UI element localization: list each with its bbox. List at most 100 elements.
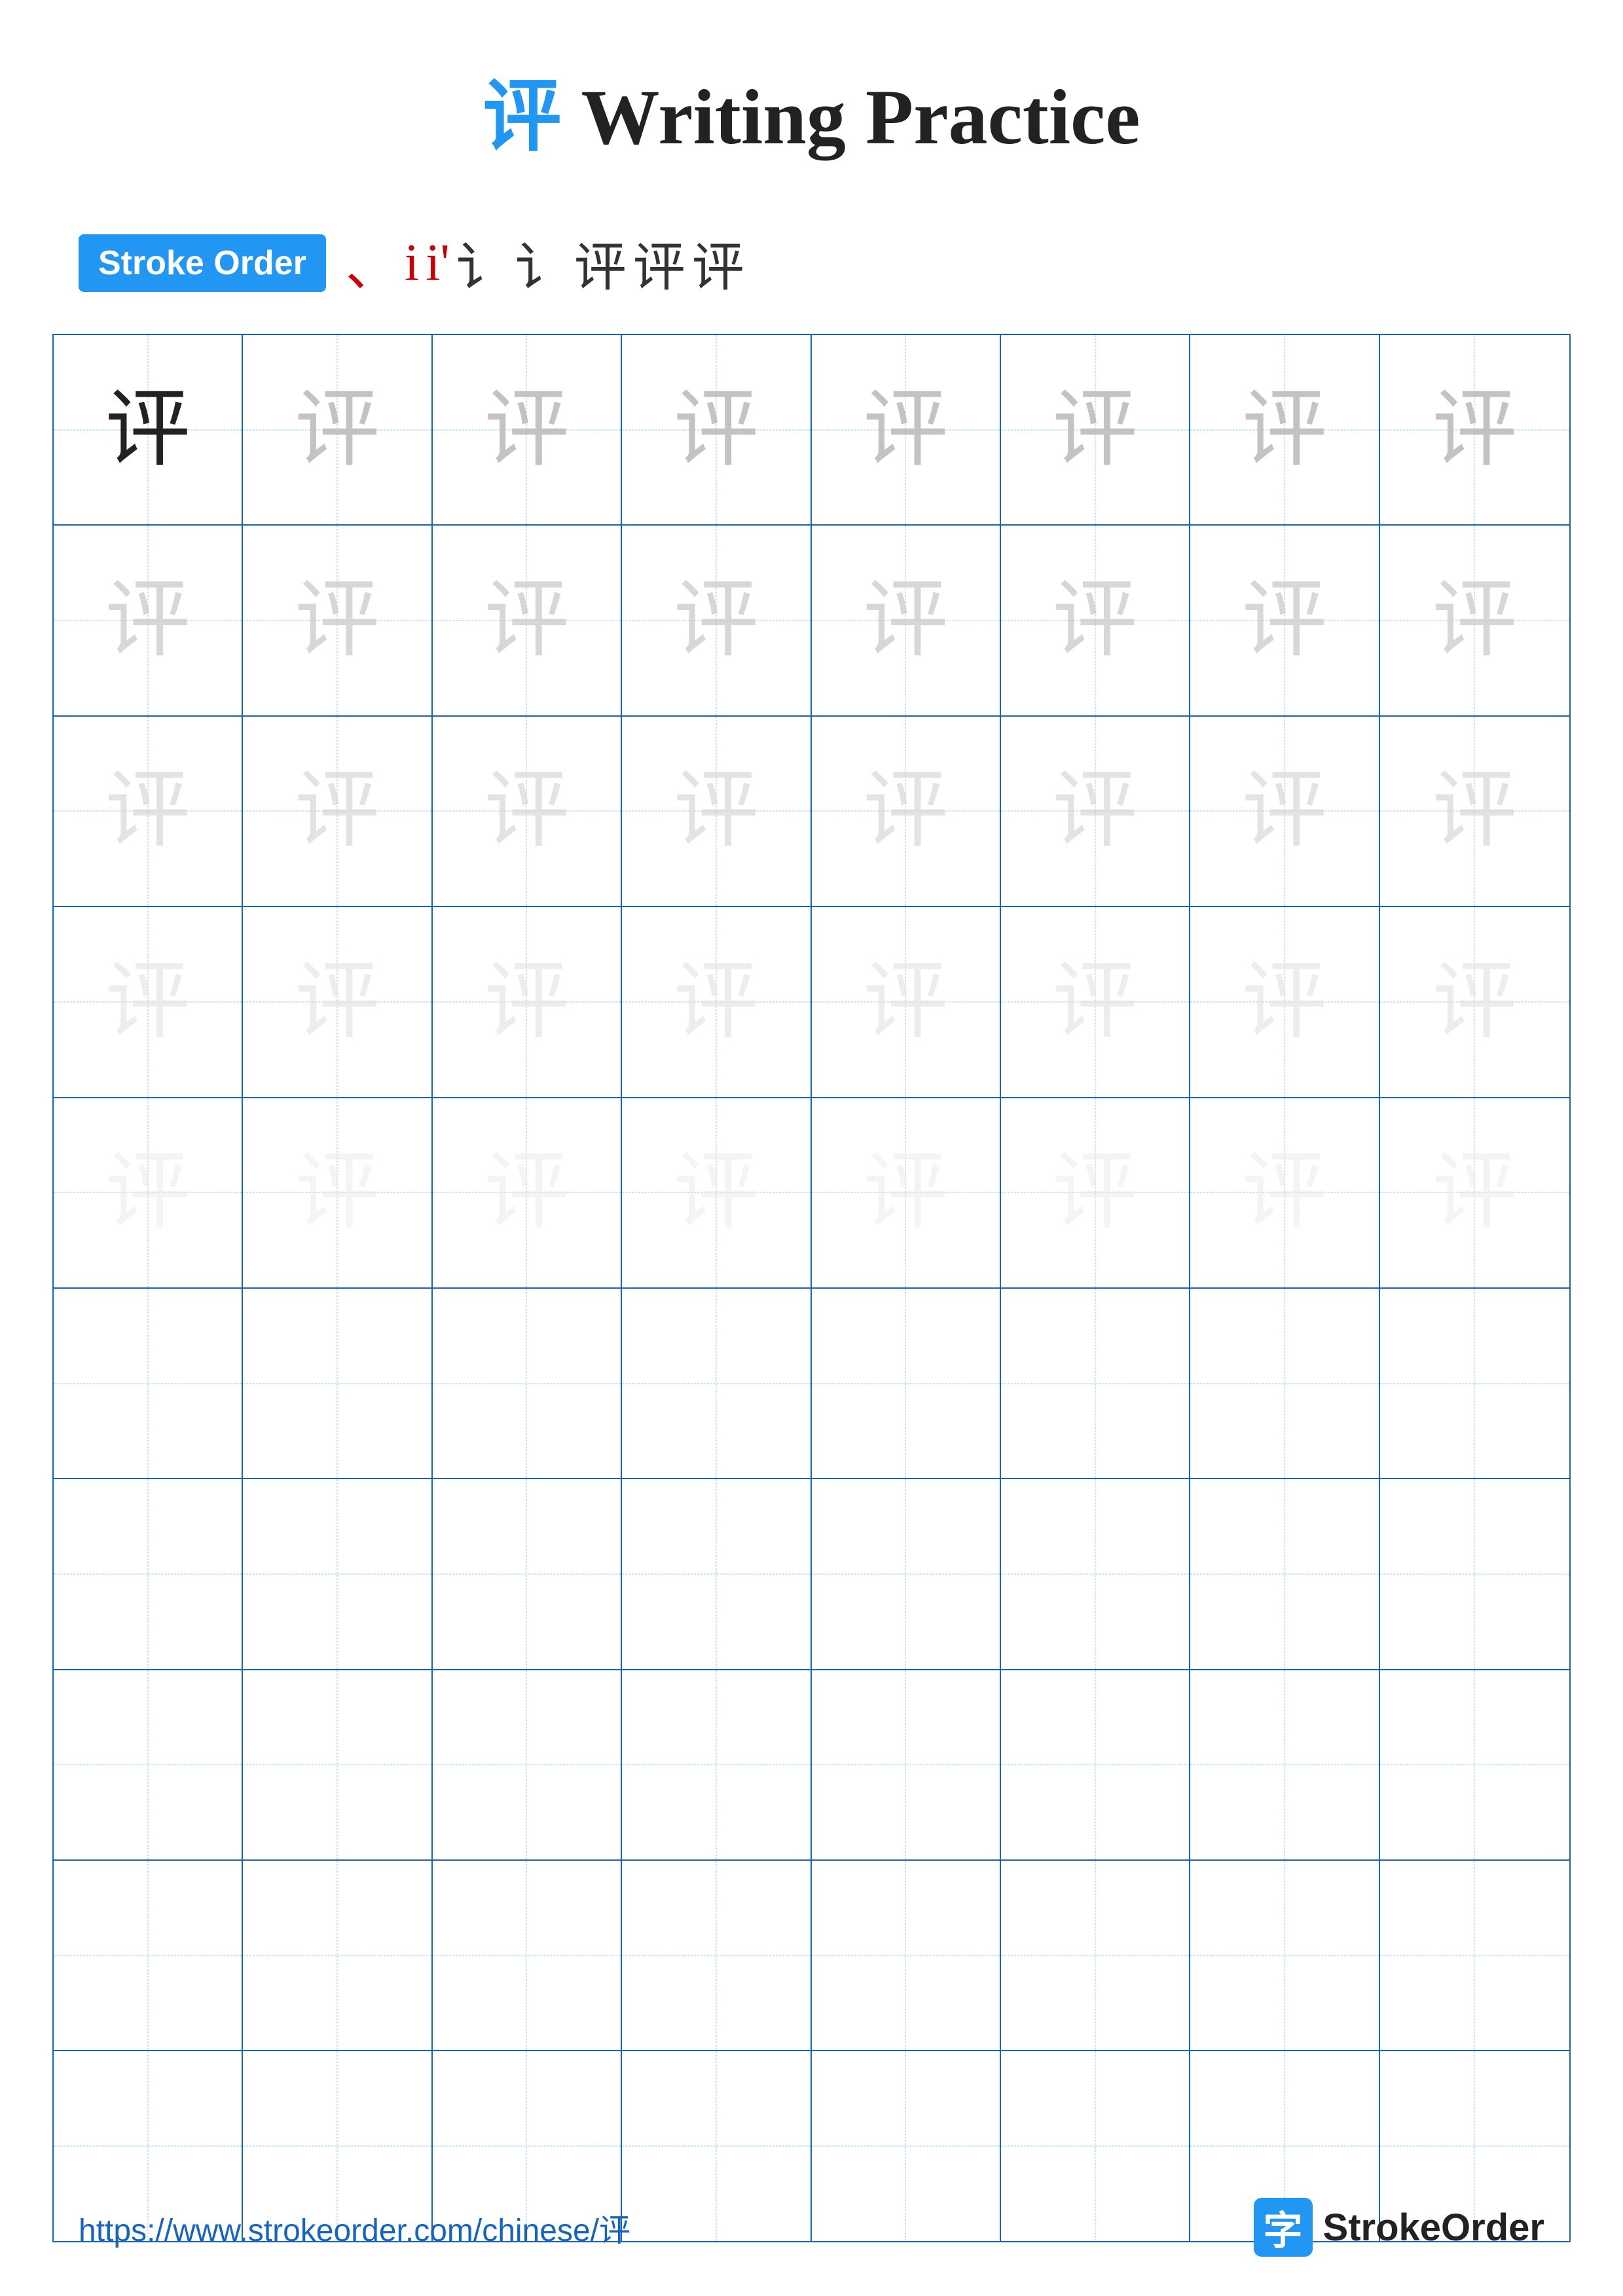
grid-cell-3-6[interactable]: 评	[1001, 717, 1190, 906]
grid-cell-3-2[interactable]: 评	[243, 717, 432, 906]
grid-cell-5-3[interactable]: 评	[433, 1098, 622, 1287]
grid-cell-4-4[interactable]: 评	[622, 907, 811, 1096]
grid-cell-8-8[interactable]	[1380, 1670, 1569, 1859]
grid-cell-8-7[interactable]	[1190, 1670, 1379, 1859]
grid-cell-6-2[interactable]	[243, 1289, 432, 1478]
grid-cell-9-2[interactable]	[243, 1861, 432, 2050]
practice-char: 评	[1053, 768, 1138, 853]
grid-cell-8-5[interactable]	[812, 1670, 1001, 1859]
practice-char: 评	[484, 387, 569, 473]
practice-char: 评	[674, 1150, 759, 1235]
grid-cell-1-8[interactable]: 评	[1380, 335, 1569, 524]
grid-cell-6-3[interactable]	[433, 1289, 622, 1478]
grid-cell-6-8[interactable]	[1380, 1289, 1569, 1478]
grid-cell-4-7[interactable]: 评	[1190, 907, 1379, 1096]
grid-cell-6-4[interactable]	[622, 1289, 811, 1478]
practice-char: 评	[105, 768, 191, 853]
grid-cell-4-8[interactable]: 评	[1380, 907, 1569, 1096]
grid-cell-1-1[interactable]: 评	[54, 335, 243, 524]
grid-cell-6-7[interactable]	[1190, 1289, 1379, 1478]
grid-cell-7-8[interactable]	[1380, 1479, 1569, 1668]
grid-cell-5-6[interactable]: 评	[1001, 1098, 1190, 1287]
grid-cell-9-4[interactable]	[622, 1861, 811, 2050]
grid-cell-8-3[interactable]	[433, 1670, 622, 1859]
grid-cell-2-8[interactable]: 评	[1380, 526, 1569, 715]
grid-cell-9-7[interactable]	[1190, 1861, 1379, 2050]
practice-char: 评	[863, 960, 948, 1045]
practice-char: 评	[105, 960, 191, 1045]
grid-cell-4-3[interactable]: 评	[433, 907, 622, 1096]
practice-char: 评	[863, 1150, 948, 1235]
grid-cell-5-8[interactable]: 评	[1380, 1098, 1569, 1287]
grid-cell-8-1[interactable]	[54, 1670, 243, 1859]
grid-cell-7-2[interactable]	[243, 1479, 432, 1668]
grid-cell-2-1[interactable]: 评	[54, 526, 243, 715]
grid-row-7	[54, 1479, 1569, 1670]
grid-cell-4-2[interactable]: 评	[243, 907, 432, 1096]
grid-cell-2-2[interactable]: 评	[243, 526, 432, 715]
grid-cell-5-4[interactable]: 评	[622, 1098, 811, 1287]
grid-cell-3-8[interactable]: 评	[1380, 717, 1569, 906]
grid-cell-4-6[interactable]: 评	[1001, 907, 1190, 1096]
practice-char: 评	[295, 1150, 380, 1235]
grid-cell-5-5[interactable]: 评	[812, 1098, 1001, 1287]
grid-cell-4-5[interactable]: 评	[812, 907, 1001, 1096]
grid-cell-9-1[interactable]	[54, 1861, 243, 2050]
grid-cell-2-3[interactable]: 评	[433, 526, 622, 715]
practice-char: 评	[295, 960, 380, 1045]
grid-cell-7-7[interactable]	[1190, 1479, 1379, 1668]
grid-cell-8-2[interactable]	[243, 1670, 432, 1859]
practice-char: 评	[295, 578, 380, 663]
grid-cell-3-1[interactable]: 评	[54, 717, 243, 906]
grid-cell-7-4[interactable]	[622, 1479, 811, 1668]
practice-char: 评	[1242, 960, 1327, 1045]
grid-cell-2-6[interactable]: 评	[1001, 526, 1190, 715]
grid-cell-2-5[interactable]: 评	[812, 526, 1001, 715]
title-chinese-char: 评	[483, 73, 561, 160]
title-text: Writing Practice	[561, 73, 1140, 160]
grid-cell-9-5[interactable]	[812, 1861, 1001, 2050]
grid-cell-1-2[interactable]: 评	[243, 335, 432, 524]
grid-cell-9-8[interactable]	[1380, 1861, 1569, 2050]
grid-cell-3-3[interactable]: 评	[433, 717, 622, 906]
stroke-seq-8: 评	[692, 225, 744, 301]
grid-cell-7-1[interactable]	[54, 1479, 243, 1668]
grid-cell-9-3[interactable]	[433, 1861, 622, 2050]
footer: https://www.strokeorder.com/chinese/评 字 …	[0, 2198, 1623, 2257]
practice-grid: 评 评 评 评 评 评 评 评 评 评 评 评 评 评 评 评 评 评 评 评 …	[52, 334, 1571, 2242]
grid-cell-7-6[interactable]	[1001, 1479, 1190, 1668]
grid-cell-1-7[interactable]: 评	[1190, 335, 1379, 524]
practice-char: 评	[863, 578, 948, 663]
practice-char: 评	[295, 768, 380, 853]
grid-cell-2-7[interactable]: 评	[1190, 526, 1379, 715]
grid-cell-8-6[interactable]	[1001, 1670, 1190, 1859]
grid-cell-1-5[interactable]: 评	[812, 335, 1001, 524]
grid-cell-3-5[interactable]: 评	[812, 717, 1001, 906]
grid-cell-9-6[interactable]	[1001, 1861, 1190, 2050]
stroke-seq-4: 讠	[456, 225, 509, 301]
grid-cell-5-7[interactable]: 评	[1190, 1098, 1379, 1287]
grid-cell-1-4[interactable]: 评	[622, 335, 811, 524]
footer-url[interactable]: https://www.strokeorder.com/chinese/评	[79, 2204, 630, 2250]
practice-char: 评	[484, 768, 569, 853]
grid-cell-3-7[interactable]: 评	[1190, 717, 1379, 906]
grid-cell-1-6[interactable]: 评	[1001, 335, 1190, 524]
grid-cell-7-5[interactable]	[812, 1479, 1001, 1668]
grid-cell-1-3[interactable]: 评	[433, 335, 622, 524]
grid-cell-5-1[interactable]: 评	[54, 1098, 243, 1287]
grid-cell-3-4[interactable]: 评	[622, 717, 811, 906]
grid-cell-6-5[interactable]	[812, 1289, 1001, 1478]
stroke-seq-3: i'	[426, 234, 450, 293]
grid-cell-8-4[interactable]	[622, 1670, 811, 1859]
grid-cell-6-6[interactable]	[1001, 1289, 1190, 1478]
grid-cell-7-3[interactable]	[433, 1479, 622, 1668]
practice-char: 评	[484, 960, 569, 1045]
grid-cell-6-1[interactable]	[54, 1289, 243, 1478]
grid-cell-5-2[interactable]: 评	[243, 1098, 432, 1287]
grid-cell-4-1[interactable]: 评	[54, 907, 243, 1096]
practice-char: 评	[1053, 960, 1138, 1045]
practice-char: 评	[1053, 1150, 1138, 1235]
footer-brand: 字 StrokeOrder	[1254, 2198, 1544, 2257]
grid-cell-2-4[interactable]: 评	[622, 526, 811, 715]
practice-char: 评	[1242, 387, 1327, 473]
